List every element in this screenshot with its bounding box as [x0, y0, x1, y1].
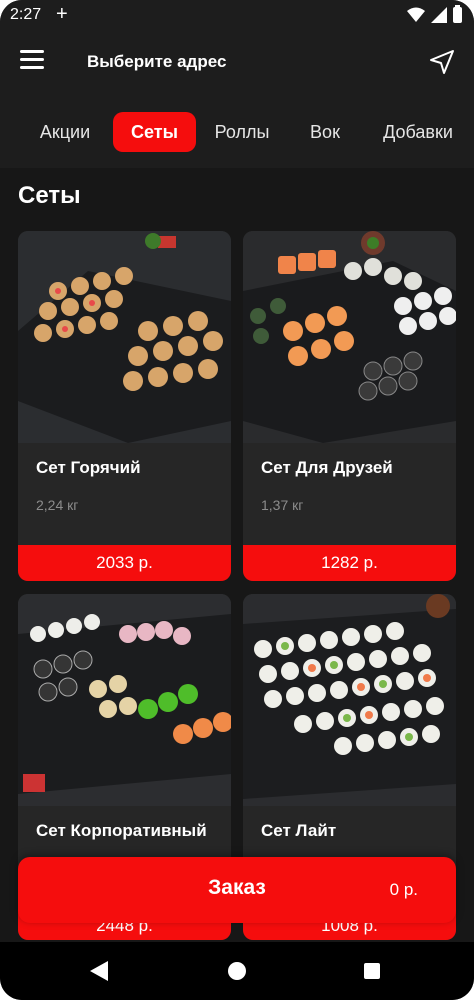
- product-weight: 2,24 кг: [36, 497, 79, 513]
- status-time: 2:27: [10, 6, 42, 23]
- wifi-icon: [407, 7, 425, 22]
- signal-icon: [431, 7, 447, 23]
- app-screen: 2:27 + Выберите адрес Акции Сеты Роллы В…: [0, 0, 474, 1000]
- product-image: [18, 231, 231, 443]
- status-icons: [407, 5, 462, 23]
- product-card[interactable]: Сет Для Друзей 1,37 кг 1282 р.: [243, 231, 456, 581]
- order-total: 0 р.: [389, 880, 418, 899]
- product-image: [243, 231, 456, 443]
- category-tabs: Акции Сеты Роллы Вок Добавки: [0, 96, 474, 168]
- product-weight: 1,37 кг: [261, 497, 304, 513]
- product-name: Сет Корпоративный: [36, 821, 207, 840]
- home-icon[interactable]: [228, 962, 246, 980]
- tab-addons[interactable]: Добавки: [370, 112, 466, 152]
- product-card[interactable]: Сет Горячий 2,24 кг 2033 р.: [18, 231, 231, 581]
- top-app-bar: Выберите адрес: [0, 30, 474, 96]
- system-nav-bar: [0, 942, 474, 1000]
- tab-wok[interactable]: Вок: [300, 112, 350, 152]
- product-image: [18, 594, 231, 806]
- recent-apps-icon[interactable]: [364, 963, 380, 979]
- product-image: [243, 594, 456, 806]
- tab-sets[interactable]: Сеты: [113, 112, 196, 152]
- status-bar: 2:27 +: [0, 0, 474, 30]
- product-name: Сет Для Друзей: [261, 458, 393, 477]
- address-selector[interactable]: Выберите адрес: [87, 52, 226, 72]
- status-plus: +: [56, 3, 68, 25]
- navigation-arrow-icon[interactable]: [428, 48, 456, 76]
- tab-rolls[interactable]: Роллы: [206, 112, 278, 152]
- order-button[interactable]: Заказ 0 р.: [18, 857, 456, 923]
- product-price[interactable]: 1282 р.: [243, 545, 456, 581]
- section-title: Сеты: [18, 182, 81, 209]
- battery-icon: [453, 5, 462, 23]
- tab-promotions[interactable]: Акции: [26, 112, 104, 152]
- product-price[interactable]: 2033 р.: [18, 545, 231, 581]
- back-icon[interactable]: [90, 961, 108, 981]
- menu-icon[interactable]: [20, 50, 48, 74]
- product-name: Сет Горячий: [36, 458, 141, 477]
- product-name: Сет Лайт: [261, 821, 337, 840]
